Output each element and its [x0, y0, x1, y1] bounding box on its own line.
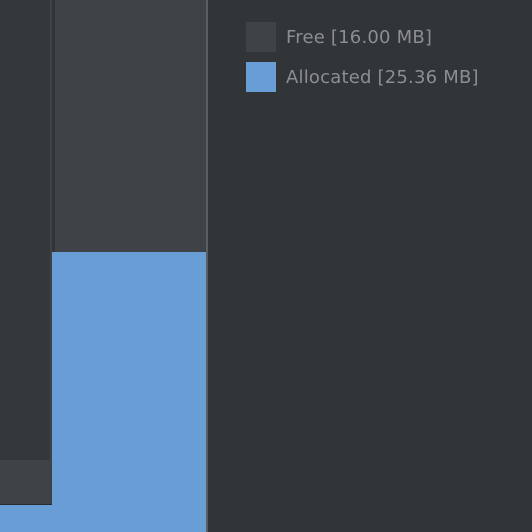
- legend-item-allocated: Allocated [25.36 MB]: [246, 62, 479, 92]
- free-area-current: [55, 0, 206, 252]
- allocated-swatch: [246, 62, 276, 92]
- memory-legend: Free [16.00 MB] Allocated [25.36 MB]: [246, 22, 479, 102]
- allocated-boundary-early: [0, 504, 52, 505]
- memory-chart: [0, 0, 206, 532]
- memory-chart-svg: [0, 0, 206, 532]
- free-area-early-inner: [0, 0, 50, 460]
- allocated-area-current: [55, 252, 206, 532]
- memory-monitor: Free [16.00 MB] Allocated [25.36 MB]: [0, 0, 532, 532]
- legend-label-allocated: Allocated [25.36 MB]: [286, 66, 479, 88]
- free-swatch: [246, 22, 276, 52]
- legend-item-free: Free [16.00 MB]: [246, 22, 479, 52]
- legend-label-free: Free [16.00 MB]: [286, 26, 433, 48]
- allocated-step-connector: [52, 252, 55, 532]
- chart-time-divider: [206, 0, 208, 532]
- allocated-area-early: [0, 505, 52, 532]
